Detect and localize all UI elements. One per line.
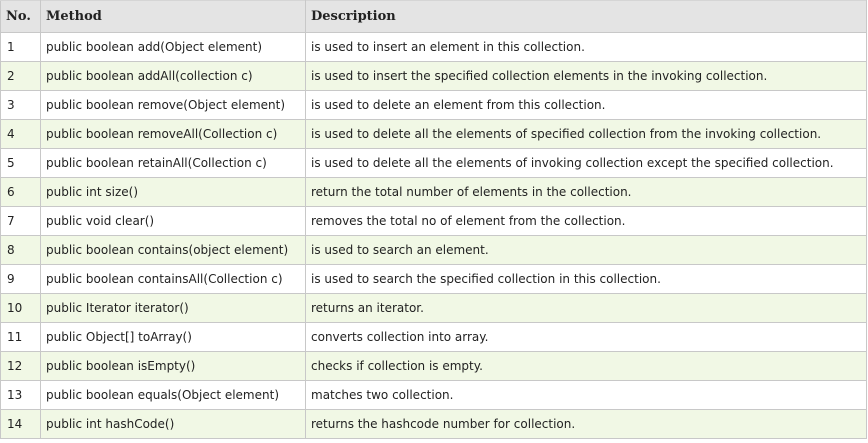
row-number: 2 xyxy=(0,61,41,91)
method-signature: public boolean add(Object element) xyxy=(40,32,306,62)
method-signature: public boolean retainAll(Collection c) xyxy=(40,148,306,178)
method-description: converts collection into array. xyxy=(305,322,867,352)
row-number: 3 xyxy=(0,90,41,120)
method-description: is used to delete all the elements of sp… xyxy=(305,119,867,149)
method-description: return the total number of elements in t… xyxy=(305,177,867,207)
method-description: is used to insert an element in this col… xyxy=(305,32,867,62)
method-signature: public Iterator iterator() xyxy=(40,293,306,323)
method-signature: public void clear() xyxy=(40,206,306,236)
collection-methods-table: No. Method Description 1 public boolean a… xyxy=(0,0,867,439)
method-description: checks if collection is empty. xyxy=(305,351,867,381)
table-row: 7 public void clear() removes the total no… xyxy=(0,206,867,236)
table-row: 8 public boolean contains(object element)… xyxy=(0,235,867,265)
method-signature: public Object[] toArray() xyxy=(40,322,306,352)
header-no: No. xyxy=(0,0,41,33)
method-description: returns an iterator. xyxy=(305,293,867,323)
table-row: 13 public boolean equals(Object element) m… xyxy=(0,380,867,410)
method-signature: public int hashCode() xyxy=(40,409,306,439)
table-row: 14 public int hashCode() returns the hashc… xyxy=(0,409,867,439)
header-description: Description xyxy=(305,0,867,33)
header-row: No. Method Description xyxy=(0,0,867,33)
method-signature: public boolean isEmpty() xyxy=(40,351,306,381)
row-number: 13 xyxy=(0,380,41,410)
header-method: Method xyxy=(40,0,306,33)
methods-table-container: No. Method Description 1 public boolean a… xyxy=(0,0,867,441)
row-number: 6 xyxy=(0,177,41,207)
row-number: 14 xyxy=(0,409,41,439)
method-description: removes the total no of element from the… xyxy=(305,206,867,236)
method-description: returns the hashcode number for collecti… xyxy=(305,409,867,439)
table-row: 5 public boolean retainAll(Collection c) i… xyxy=(0,148,867,178)
table-row: 4 public boolean removeAll(Collection c) i… xyxy=(0,119,867,149)
row-number: 10 xyxy=(0,293,41,323)
table-row: 6 public int size() return the total numbe… xyxy=(0,177,867,207)
method-description: is used to delete an element from this c… xyxy=(305,90,867,120)
table-row: 3 public boolean remove(Object element) is… xyxy=(0,90,867,120)
method-description: is used to search the specified collecti… xyxy=(305,264,867,294)
method-signature: public boolean equals(Object element) xyxy=(40,380,306,410)
method-signature: public int size() xyxy=(40,177,306,207)
row-number: 5 xyxy=(0,148,41,178)
table-row: 2 public boolean addAll(collection c) is u… xyxy=(0,61,867,91)
row-number: 11 xyxy=(0,322,41,352)
method-signature: public boolean remove(Object element) xyxy=(40,90,306,120)
method-description: matches two collection. xyxy=(305,380,867,410)
table-row: 12 public boolean isEmpty() checks if coll… xyxy=(0,351,867,381)
table-row: 1 public boolean add(Object element) is us… xyxy=(0,32,867,62)
table-row: 11 public Object[] toArray() converts coll… xyxy=(0,322,867,352)
method-description: is used to search an element. xyxy=(305,235,867,265)
table-row: 9 public boolean containsAll(Collection c… xyxy=(0,264,867,294)
row-number: 1 xyxy=(0,32,41,62)
method-signature: public boolean containsAll(Collection c) xyxy=(40,264,306,294)
row-number: 7 xyxy=(0,206,41,236)
row-number: 12 xyxy=(0,351,41,381)
table-row: 10 public Iterator iterator() returns an i… xyxy=(0,293,867,323)
method-signature: public boolean addAll(collection c) xyxy=(40,61,306,91)
method-signature: public boolean removeAll(Collection c) xyxy=(40,119,306,149)
method-signature: public boolean contains(object element) xyxy=(40,235,306,265)
row-number: 9 xyxy=(0,264,41,294)
method-description: is used to delete all the elements of in… xyxy=(305,148,867,178)
method-description: is used to insert the specified collecti… xyxy=(305,61,867,91)
table-body: 1 public boolean add(Object element) is us… xyxy=(0,32,867,439)
table-header: No. Method Description xyxy=(0,0,867,33)
row-number: 8 xyxy=(0,235,41,265)
row-number: 4 xyxy=(0,119,41,149)
